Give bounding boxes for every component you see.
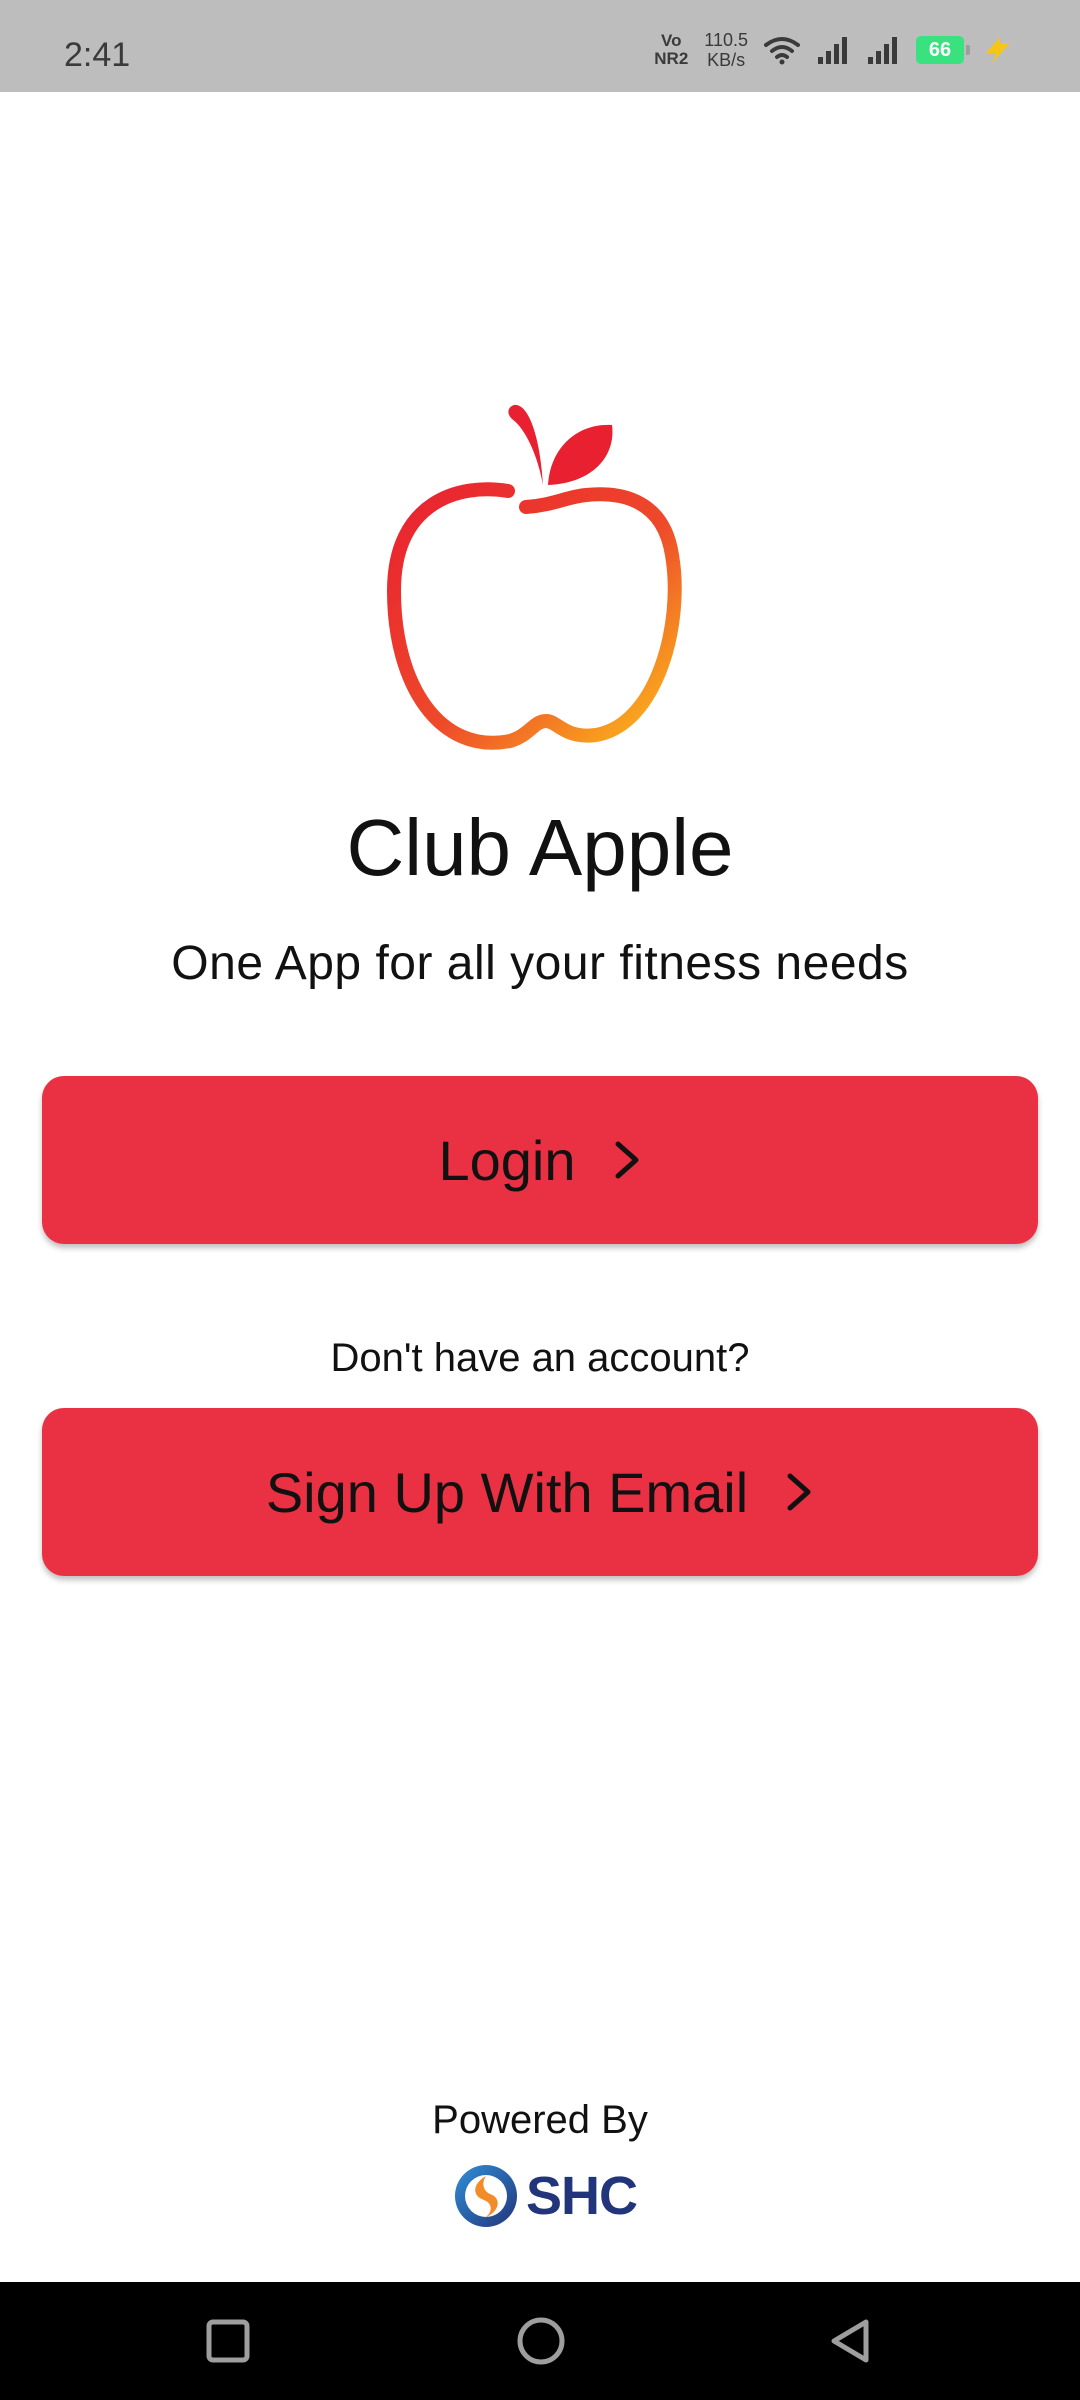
app-title: Club Apple (346, 803, 734, 892)
recents-button[interactable] (191, 2304, 265, 2378)
login-button-label: Login (438, 1128, 576, 1192)
powered-by-label: Powered By (432, 2098, 648, 2142)
battery-icon: 66 (916, 36, 970, 64)
home-button[interactable] (504, 2304, 578, 2378)
volte-icon: Vo NR2 (654, 31, 689, 68)
app-tagline: One App for all your fitness needs (171, 937, 909, 990)
status-bar: 2:41 Vo NR2 110.5 KB/s 66 (0, 0, 1080, 92)
network-speed: 110.5 KB/s (704, 30, 748, 70)
signal-icon (868, 37, 897, 64)
no-account-prompt: Don't have an account? (330, 1336, 750, 1380)
home-icon (517, 2317, 565, 2365)
status-time: 2:41 (64, 36, 131, 74)
status-icons: Vo NR2 110.5 KB/s 66 (654, 30, 1014, 70)
chevron-right-icon (787, 1473, 811, 1511)
back-icon (831, 2319, 869, 2363)
back-button[interactable] (814, 2304, 888, 2378)
charging-icon (986, 37, 1010, 63)
login-button[interactable]: Login (42, 1076, 1038, 1244)
wifi-icon (764, 37, 800, 65)
signup-email-button[interactable]: Sign Up With Email (42, 1408, 1038, 1576)
club-apple-logo (387, 404, 682, 750)
shc-logo: SHC (452, 2160, 638, 2232)
signup-button-label: Sign Up With Email (265, 1460, 749, 1524)
chevron-right-icon (615, 1141, 639, 1179)
signal-icon (818, 37, 847, 64)
recents-icon (206, 2319, 250, 2363)
shc-brand-text: SHC (526, 2166, 638, 2226)
navigation-bar (0, 2282, 1080, 2400)
shc-mark-icon (455, 2165, 517, 2227)
